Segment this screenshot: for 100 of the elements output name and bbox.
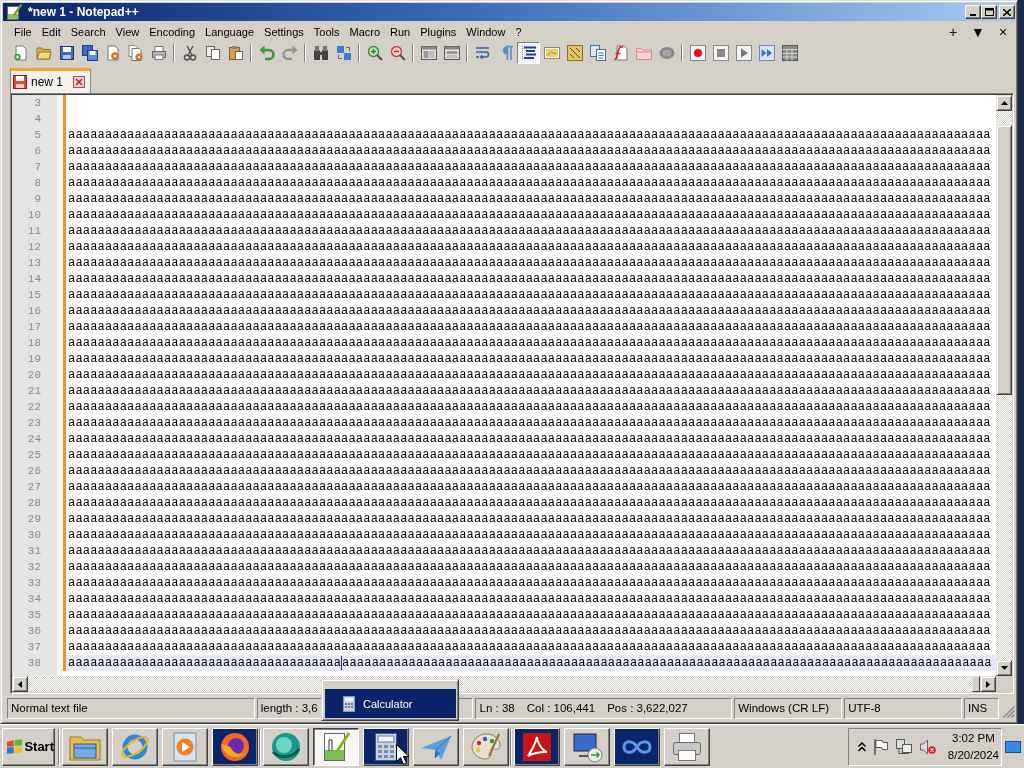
redo-icon (281, 45, 298, 61)
line-number: 7 (33, 160, 42, 175)
line-number: 26 (26, 464, 42, 479)
stop-icon (712, 45, 729, 61)
add-tab-button[interactable]: + (943, 23, 963, 41)
column-label: Col : 106,441 (526, 701, 596, 716)
floppy-disks-icon (81, 45, 98, 61)
menu-item[interactable]: Settings (259, 23, 309, 41)
line-number: 21 (26, 384, 42, 399)
menu-item[interactable]: Search (65, 23, 111, 41)
menu-item[interactable]: Tools (308, 23, 345, 41)
menu-item[interactable]: File (9, 23, 37, 41)
line-number: 32 (26, 560, 42, 575)
chevron-up-icon[interactable] (858, 741, 866, 752)
swap-icon (335, 45, 352, 61)
printer-icon (150, 45, 167, 61)
encoding-label: UTF-8 (844, 698, 963, 719)
close-file-icon (104, 45, 121, 61)
flame-globe-icon (219, 730, 251, 763)
line-number: 38 (26, 656, 42, 671)
line-number: 34 (26, 592, 42, 607)
scroll-down-button[interactable] (996, 660, 1012, 676)
clock-date: 8/20/2024 (947, 747, 999, 763)
word-wrap-icon (474, 45, 491, 61)
line-text: aaaaaaaaaaaaaaaaaaaaaaaaaaaaaaaaaaaaaaaaaaaaaaaaaaaaaaaaaaaaaaaaaaaaaaaaaaaaaaaaaaaaaaaa (342, 655, 992, 671)
line-number: 13 (26, 256, 42, 271)
toolbar-button[interactable] (517, 42, 540, 64)
network-icon[interactable] (896, 738, 912, 755)
line-label: Ln : 38 (479, 701, 515, 716)
tab-list-button[interactable]: ▼ (968, 23, 988, 41)
maximize-button[interactable] (981, 5, 997, 19)
menu-item[interactable]: Macro (344, 23, 386, 41)
line-number: 31 (26, 544, 42, 559)
menu-item[interactable]: Run (385, 23, 416, 41)
undo-icon (258, 45, 275, 61)
resize-grip-icon[interactable] (1003, 706, 1015, 718)
striped-tile-icon (566, 45, 583, 61)
scroll-thumb[interactable] (996, 125, 1012, 395)
grid-icon (781, 45, 798, 61)
folder-icon (635, 45, 652, 61)
scroll-thumb[interactable] (972, 676, 980, 692)
up-arrow-icon (1000, 101, 1008, 105)
scissors-icon (181, 45, 198, 61)
tab[interactable]: new 1 (10, 68, 92, 93)
close-button[interactable] (999, 5, 1015, 19)
monitor-icon[interactable] (1005, 740, 1021, 753)
binoculars-icon (312, 45, 329, 61)
copy-icon (204, 45, 221, 61)
start-button[interactable]: Start (2, 727, 55, 766)
function-icon (612, 45, 629, 61)
popup-item[interactable]: Calculator (325, 689, 456, 718)
menu-item[interactable]: Encoding (144, 23, 201, 41)
line-number: 19 (26, 352, 42, 367)
scroll-up-button[interactable] (996, 95, 1012, 111)
line-number: 5 (33, 128, 42, 143)
right-arrow-icon (986, 680, 990, 688)
scroll-right-button[interactable] (980, 676, 996, 692)
taskbar-button[interactable] (313, 727, 359, 766)
speaker-muted-icon[interactable] (920, 738, 936, 755)
close-icon[interactable] (73, 76, 86, 88)
sphere-icon (270, 730, 302, 763)
scroll-left-button[interactable] (12, 676, 28, 692)
clock-time: 3:02 PM (952, 730, 995, 746)
flag-icon[interactable] (874, 738, 888, 755)
minimize-button[interactable] (965, 5, 981, 19)
line-number: 16 (26, 304, 42, 319)
line-number: 20 (26, 368, 42, 383)
documents-icon (589, 45, 606, 61)
notepad-icon (6, 4, 22, 20)
menu-item[interactable]: Window (461, 23, 511, 41)
close-tab-button[interactable]: × (993, 23, 1013, 41)
line-number: 25 (26, 448, 42, 463)
line-number: 24 (26, 432, 42, 447)
line-number: 3 (33, 96, 42, 111)
window-title: *new 1 - Notepad++ (28, 5, 139, 19)
position-label: Pos : 3,622,027 (607, 701, 688, 716)
split-window-icon (420, 45, 437, 61)
menu-item[interactable]: Plugins (415, 23, 462, 41)
folder-icon (35, 45, 52, 61)
line-number: 17 (26, 320, 42, 335)
clipboard-icon (227, 45, 244, 61)
left-arrow-icon (18, 680, 22, 688)
pdf-icon (521, 730, 553, 763)
menu-item[interactable]: Edit (36, 23, 66, 41)
line-text: aaaaaaaaaaaaaaaaaaaaaaaaaaaaaaaaaaaaa (68, 655, 342, 671)
printer-icon (671, 730, 703, 763)
menu-item[interactable]: Language (200, 23, 260, 41)
split-window-icon (443, 45, 460, 61)
record-icon (689, 45, 706, 61)
line-number: 33 (26, 576, 42, 591)
menu-item[interactable]: ? (510, 23, 527, 41)
line-number: 23 (26, 416, 42, 431)
line-number: 4 (33, 112, 42, 127)
line-number: 11 (26, 224, 42, 239)
mouse-pointer-icon (396, 744, 409, 765)
fast-forward-icon (758, 45, 775, 61)
line-number: 9 (33, 192, 42, 207)
image-icon (543, 45, 560, 61)
line-number: 8 (33, 176, 42, 191)
menu-item[interactable]: View (110, 23, 145, 41)
